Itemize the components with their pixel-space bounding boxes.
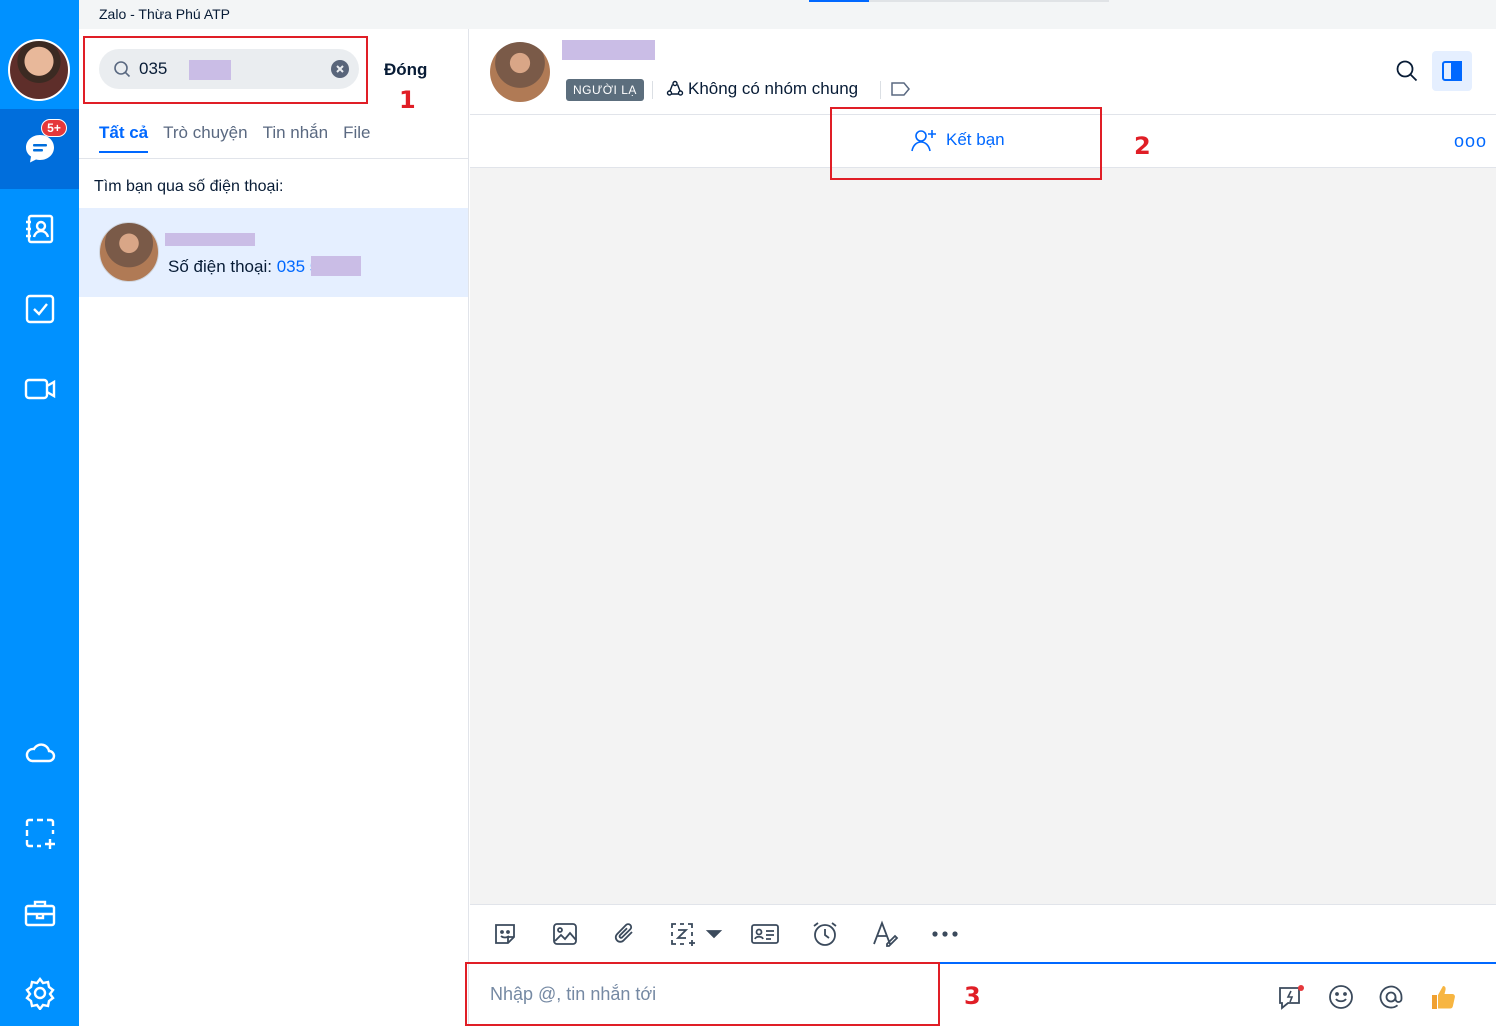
redaction-mask [165,233,255,246]
video-call-icon [24,378,55,400]
settings-icon [24,977,55,1010]
nav-contacts[interactable] [0,189,79,269]
contact-avatar[interactable] [490,42,550,102]
phone-label: Số điện thoại: [168,257,272,276]
nav-toolbox[interactable] [0,873,79,953]
nav-screenshot[interactable] [0,793,79,873]
contacts-icon [25,214,53,244]
sticker-icon[interactable] [490,919,520,949]
attachment-icon[interactable] [610,919,640,949]
divider [652,81,653,99]
annotation-box-1 [83,36,368,104]
composer-toolbar [470,904,1496,962]
emoji-icon[interactable] [1326,982,1356,1012]
search-panel: Đóng 1 Tất cả Trò chuyện Tin nhắn File T… [79,29,469,1026]
redaction-mask [311,256,361,276]
chat-icon [25,135,54,163]
annotation-number-1: 1 [399,86,416,114]
unread-badge: 5+ [41,119,67,137]
title-drag-indicator [809,0,1109,2]
todo-icon [25,294,54,324]
annotation-box-3 [465,962,940,1026]
stranger-badge: NGƯỜI LẠ [566,79,644,101]
avatar[interactable] [8,39,70,101]
tab-all[interactable]: Tất cả [99,123,149,153]
annotation-number-2: 2 [1134,132,1151,160]
nav-video-call[interactable] [0,349,79,429]
reminder-icon[interactable] [810,919,840,949]
chat-header: NGƯỜI LẠ Không có nhóm chung [470,29,1496,115]
mention-icon[interactable] [1376,982,1406,1012]
annotation-number-3: 3 [964,982,981,1010]
title-bar: Zalo - Thừa Phú ATP [79,0,1496,29]
cloud-icon [25,743,55,763]
group-icon [666,80,684,96]
section-title: Tìm bạn qua số điện thoại: [94,178,284,195]
search-result-item[interactable]: Số điện thoại: 035 55 [79,208,468,297]
divider [880,81,881,99]
left-nav: 5+ [0,0,79,1026]
text-format-icon[interactable] [870,919,900,949]
window-title: Zalo - Thừa Phú ATP [99,6,231,22]
annotation-box-2 [830,107,1102,180]
tab-files[interactable]: File [343,123,370,153]
chat-area: NGƯỜI LẠ Không có nhóm chung Kết bạn ooo… [465,29,1496,1026]
nav-chat[interactable]: 5+ [0,109,79,189]
image-icon[interactable] [550,919,580,949]
search-tabs: Tất cả Trò chuyện Tin nhắn File [99,123,371,153]
screenshot-icon [25,818,55,849]
thumbs-up-icon[interactable] [1428,982,1458,1012]
nav-cloud[interactable] [0,713,79,793]
tag-icon[interactable] [890,81,912,102]
toolbox-icon [24,900,55,927]
result-avatar [99,222,159,282]
nav-settings[interactable] [0,953,79,1033]
common-groups-label: Không có nhóm chung [688,79,859,98]
tab-messages[interactable]: Tin nhắn [263,123,329,153]
contact-card-icon[interactable] [750,919,780,949]
divider [79,158,468,159]
quick-message-icon[interactable] [1276,982,1306,1012]
conversation-search-icon[interactable] [1395,59,1419,88]
nav-todo[interactable] [0,269,79,349]
screenshot-capture-icon[interactable] [670,919,724,949]
redaction-mask [562,40,655,60]
more-tools-icon[interactable] [930,919,960,949]
common-groups[interactable]: Không có nhóm chung [666,79,858,99]
more-options-icon[interactable]: ooo [1454,131,1487,152]
panel-toggle-icon[interactable] [1432,51,1472,91]
tab-chats[interactable]: Trò chuyện [163,123,247,153]
result-phone: Số điện thoại: 035 55 [168,257,329,277]
close-search-button[interactable]: Đóng [384,60,427,80]
